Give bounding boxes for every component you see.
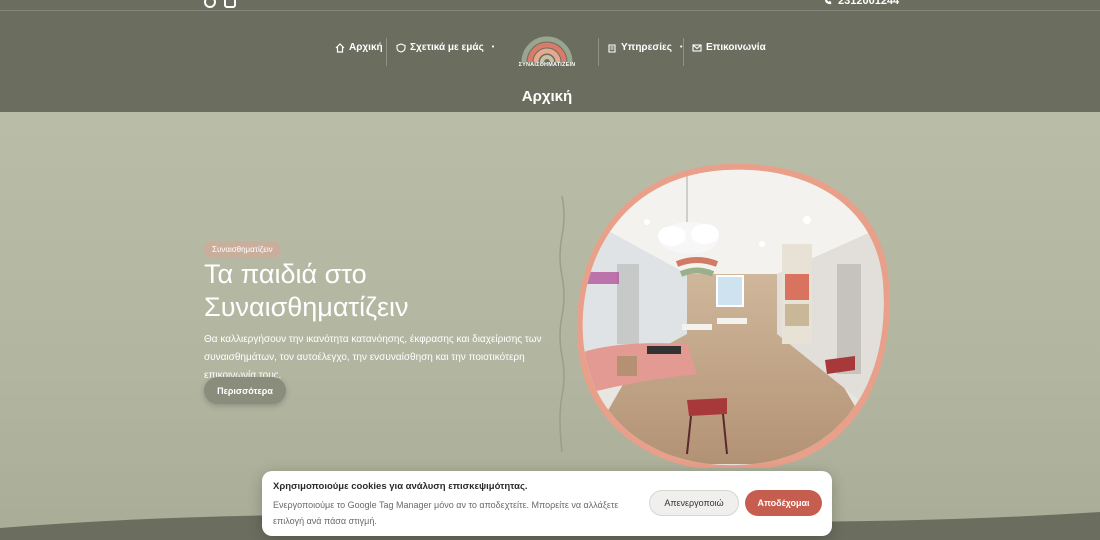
instagram-icon[interactable] [224, 0, 236, 8]
page-title: Αρχική [521, 88, 573, 105]
nav-contact[interactable]: Επικοινωνία [692, 42, 766, 53]
accept-cookies-button[interactable]: Αποδέχομαι [745, 490, 822, 516]
building-icon [608, 43, 616, 53]
mail-icon [692, 43, 702, 52]
nav-about[interactable]: Σχετικά με εμάς • [396, 42, 494, 53]
decline-cookies-button[interactable]: Απενεργοποιώ [649, 490, 739, 516]
facebook-icon[interactable] [204, 0, 216, 8]
phone-number: 2312001244 [838, 0, 900, 7]
decorative-wave-line [559, 196, 565, 452]
phone-link[interactable]: 2312001244 [824, 0, 899, 7]
hero-headline-line2: Συναισθηματίζειν [204, 292, 409, 322]
nav-separator [598, 38, 599, 66]
nav-services-label: Υπηρεσίες [621, 42, 672, 53]
nav-about-label: Σχετικά με εμάς [410, 42, 484, 53]
nav-separator [386, 38, 387, 66]
cookie-text: Ενεργοποιούμε το Google Tag Manager μόνο… [273, 500, 619, 526]
phone-icon [824, 0, 832, 5]
home-icon [335, 42, 345, 53]
hero-headline: Τα παιδιά στο Συναισθηματίζειν [204, 258, 544, 324]
nav-home[interactable]: Αρχική [335, 42, 383, 53]
nav-contact-label: Επικοινωνία [706, 42, 766, 53]
hero-headline-line1: Τα παιδιά στο [204, 259, 367, 289]
header-divider [0, 10, 1100, 11]
logo-text: ΣΥΝΑΙΣΘΗΜΑΤΙΖΕΙΝ [518, 62, 576, 68]
chevron-down-icon: • [491, 44, 495, 51]
shield-icon [396, 42, 406, 53]
cookie-title: Χρησιμοποιούμε cookies για ανάλυση επισκ… [273, 481, 528, 492]
nav-home-label: Αρχική [349, 42, 383, 53]
nav-separator [683, 38, 684, 66]
nav-services[interactable]: Υπηρεσίες • [607, 42, 682, 53]
more-button[interactable]: Περισσότερα [204, 377, 286, 404]
social-links [204, 0, 236, 8]
site-logo[interactable]: ΣΥΝΑΙΣΘΗΜΑΤΙΖΕΙΝ [516, 22, 578, 78]
site-header: 2312001244 Αρχική Σχετικά με εμάς • Υπηρ… [0, 0, 1100, 112]
hero-badge: Συναισθηματίζειν [204, 241, 281, 258]
cookie-banner: Χρησιμοποιούμε cookies για ανάλυση επισκ… [262, 471, 832, 536]
hero-photo-classroom [577, 164, 889, 468]
